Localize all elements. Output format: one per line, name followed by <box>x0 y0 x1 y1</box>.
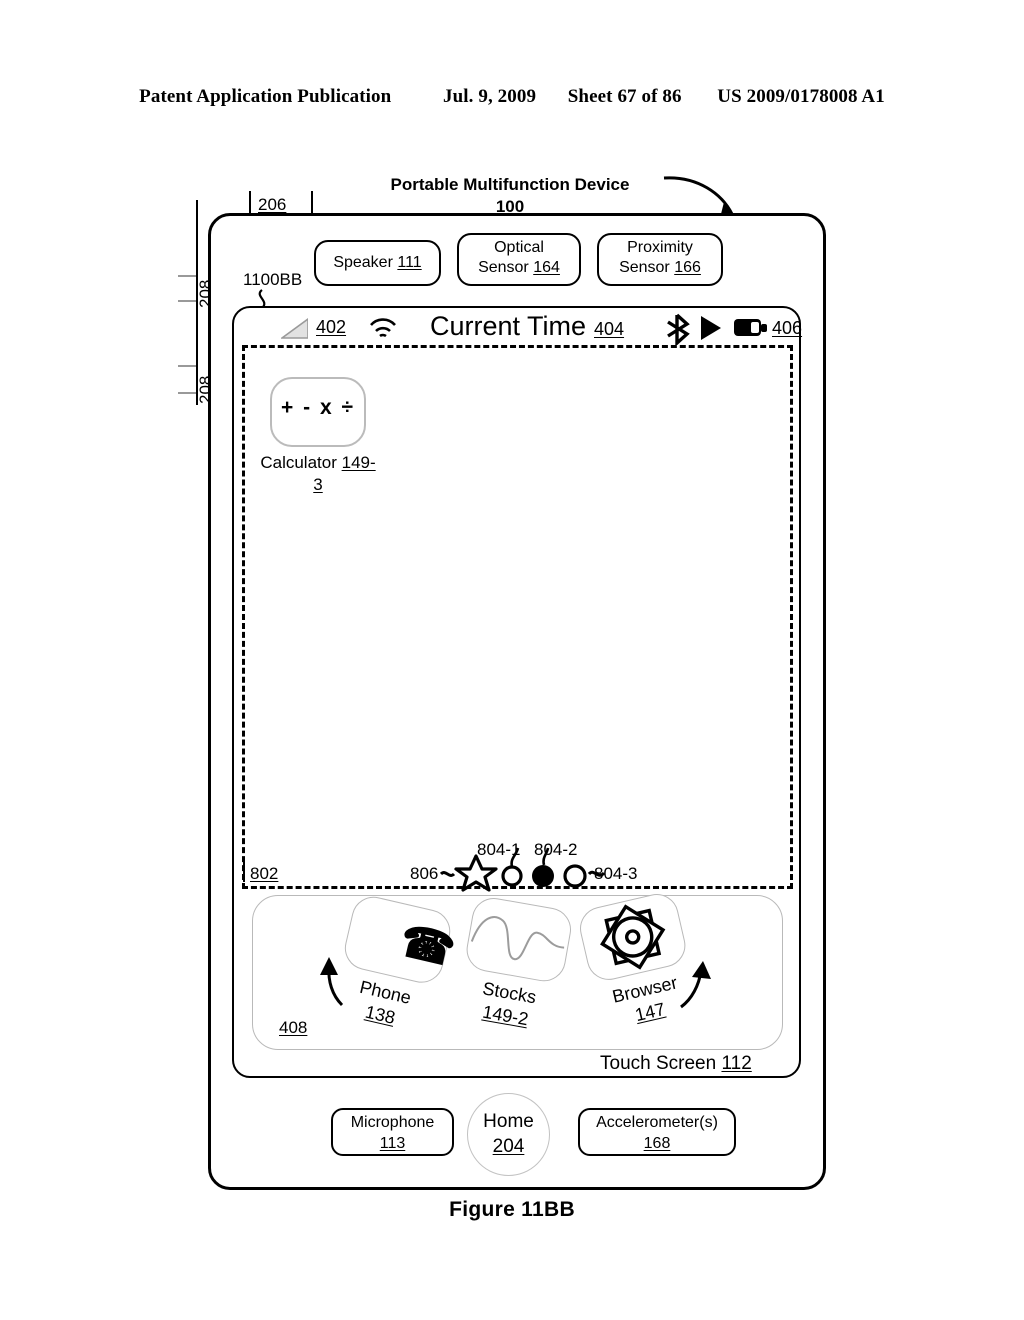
label-touch-screen-112: Touch Screen 112 <box>600 1053 752 1075</box>
label-dock-408: 408 <box>279 1018 308 1037</box>
label-power-button-206: 206 <box>258 195 287 214</box>
patent-number: US 2009/0178008 A1 <box>717 86 885 107</box>
side-button-tick-3 <box>178 365 196 367</box>
publication-title: Patent Application Publication <box>139 86 392 107</box>
rotate-arrow-left-icon <box>320 957 344 1007</box>
label-time-404: 404 <box>594 319 625 339</box>
calculator-icon-glyph: + - x ÷ <box>281 396 355 419</box>
side-button-tick-1 <box>178 275 196 277</box>
home-button-number: 204 <box>492 1136 525 1157</box>
optical-sensor-line2: Sensor <box>478 259 529 276</box>
proximity-sensor-line1: Proximity <box>627 239 693 256</box>
rotate-arrow-right-icon <box>680 961 711 1009</box>
optical-sensor-pill: Optical Sensor 164 <box>457 233 581 286</box>
home-button-label: Home <box>483 1111 534 1132</box>
app-area-tick-802 <box>243 862 245 882</box>
home-button[interactable]: Home 204 <box>467 1093 550 1176</box>
publication-header: Patent Application Publication Jul. 9, 2… <box>0 86 1024 108</box>
optical-sensor-line1: Optical <box>494 239 544 256</box>
proximity-sensor-line2: Sensor <box>619 259 670 276</box>
optical-sensor-number: 164 <box>533 259 560 276</box>
touch-screen-label-number: 112 <box>721 1053 752 1074</box>
stock-chart-icon <box>470 916 565 961</box>
microphone-pill: Microphone 113 <box>331 1108 454 1156</box>
calculator-label-text: Calculator <box>260 453 337 472</box>
microphone-number: 113 <box>379 1135 406 1152</box>
figure-caption: Figure 11BB <box>449 1198 575 1221</box>
proximity-sensor-number: 166 <box>674 259 701 276</box>
label-signal-402: 402 <box>316 317 347 337</box>
label-app-area-802: 802 <box>250 864 279 883</box>
speaker-number: 111 <box>397 254 422 271</box>
accelerometer-pill: Accelerometer(s) 168 <box>578 1108 736 1156</box>
device-title-text: Portable Multifunction Device <box>390 175 630 194</box>
battery-icon <box>734 319 767 336</box>
label-ui-state-1100bb: 1100BB <box>243 270 303 289</box>
speaker-label: Speaker <box>333 254 393 271</box>
label-page-indicator-806: 806 <box>410 864 439 883</box>
touch-screen-label-text: Touch Screen <box>600 1053 717 1074</box>
page-indicator-dots[interactable] <box>440 836 620 894</box>
calculator-app-label: Calculator 149-3 <box>258 452 378 496</box>
side-button-tick-4 <box>178 392 196 394</box>
publication-date: Jul. 9, 2009 <box>443 86 537 107</box>
wifi-icon <box>370 318 396 338</box>
signal-strength-icon <box>281 318 308 339</box>
microphone-label: Microphone <box>350 1114 435 1131</box>
speaker-pill: Speaker 111 <box>314 240 441 286</box>
status-bar-time: Current Time <box>430 311 587 341</box>
proximity-sensor-pill: Proximity Sensor 166 <box>597 233 723 286</box>
device-title: Portable Multifunction Device 100 <box>330 174 690 218</box>
bluetooth-icon <box>667 313 690 345</box>
stocks-tile[interactable] <box>463 894 575 985</box>
side-button-tick-2 <box>178 300 196 302</box>
accelerometer-label: Accelerometer(s) <box>596 1114 718 1131</box>
accelerometer-number: 168 <box>643 1135 671 1152</box>
sheet-number: Sheet 67 of 86 <box>567 86 682 107</box>
play-icon <box>701 316 721 340</box>
label-battery-406: 406 <box>772 318 803 338</box>
